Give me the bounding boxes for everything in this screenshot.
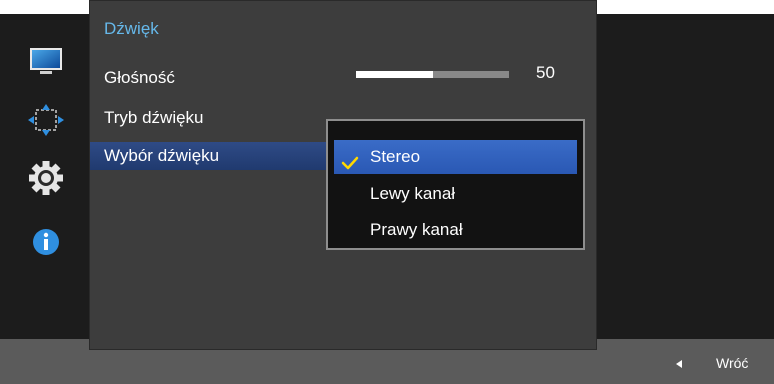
back-button[interactable]: Wróć: [676, 351, 748, 375]
move-arrows-icon[interactable]: [26, 102, 66, 138]
volume-slider[interactable]: [356, 71, 509, 78]
sidebar: [0, 14, 89, 339]
gear-icon[interactable]: [26, 160, 66, 196]
check-icon: [341, 149, 359, 170]
arrow-left-icon: [676, 360, 682, 369]
info-icon[interactable]: [26, 224, 66, 260]
volume-slider-fill: [356, 71, 433, 78]
option-left-channel[interactable]: Lewy kanał: [334, 177, 577, 211]
option-right-channel[interactable]: Prawy kanał: [334, 213, 577, 247]
panel-title: Dźwięk: [104, 19, 159, 38]
monitor-icon[interactable]: [26, 46, 66, 82]
back-label: Wróć: [716, 355, 749, 371]
volume-value: 50: [536, 63, 555, 82]
menu-item-sound-select[interactable]: Wybór dźwięku: [90, 142, 330, 170]
menu-item-label: Wybór dźwięku: [104, 146, 220, 165]
option-label: Prawy kanał: [370, 220, 463, 239]
menu-item-volume[interactable]: Głośność: [90, 64, 330, 92]
menu-item-label: Głośność: [104, 68, 175, 87]
option-label: Lewy kanał: [370, 184, 456, 203]
menu-item-sound-mode[interactable]: Tryb dźwięku: [90, 104, 330, 132]
menu-item-label: Tryb dźwięku: [104, 108, 204, 127]
sound-select-dropdown: Stereo Lewy kanał Prawy kanał: [326, 119, 585, 250]
option-stereo[interactable]: Stereo: [334, 140, 577, 174]
option-label: Stereo: [370, 147, 421, 166]
